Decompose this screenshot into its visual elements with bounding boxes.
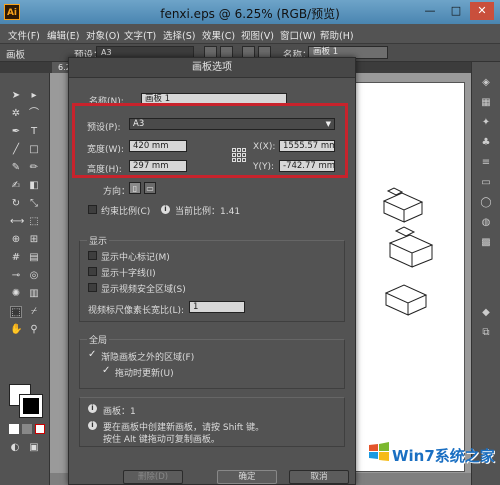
width-tool-icon[interactable]: ⟷ — [10, 216, 24, 228]
menu-select[interactable]: 选择(S) — [163, 28, 195, 42]
hand-tool-icon[interactable]: ✋ — [10, 324, 22, 336]
menu-edit[interactable]: 编辑(E) — [47, 28, 79, 42]
drawing-mode-icon[interactable]: ◐ — [9, 442, 21, 454]
selection-tool-icon[interactable]: ➤ — [10, 90, 22, 102]
rectangle-tool-icon[interactable]: □ — [28, 144, 40, 156]
watermark-text: Win7系统之家 — [392, 447, 495, 465]
menu-view[interactable]: 视图(V) — [241, 28, 274, 42]
layers-panel-icon[interactable]: ◆ — [479, 306, 493, 320]
slice-tool-icon[interactable]: ⌿ — [28, 306, 40, 318]
control-bar-label: 画板 — [6, 50, 26, 61]
artboards-panel-icon[interactable]: ⧉ — [479, 326, 493, 340]
fade-outside-label: 渐隐画板之外的区域(F) — [101, 353, 195, 363]
dialog-title: 画板选项 — [69, 58, 355, 78]
menu-object[interactable]: 对象(O) — [86, 28, 120, 42]
artboard-count-text: 画板：1 — [103, 407, 136, 417]
lasso-tool-icon[interactable]: ⌒ — [28, 108, 40, 120]
delete-button[interactable]: 删除(D) — [123, 470, 183, 484]
artboard-tool-icon[interactable]: ⬚ — [10, 306, 22, 318]
graphic-styles-panel-icon[interactable]: ▩ — [479, 236, 493, 250]
color-mode-icon[interactable] — [9, 424, 19, 434]
windows-logo-icon — [369, 442, 389, 461]
cancel-button[interactable]: 取消 — [289, 470, 349, 484]
update-while-drag-checkbox[interactable]: ✓ — [102, 366, 110, 376]
screen-mode-icon[interactable]: ▣ — [28, 442, 40, 454]
portrait-orientation-button[interactable]: ▯ — [129, 182, 141, 194]
appearance-panel-icon[interactable]: ◍ — [479, 216, 493, 230]
gradient-tool-icon[interactable]: ▤ — [28, 252, 40, 264]
line-tool-icon[interactable]: ╱ — [10, 144, 22, 156]
type-tool-icon[interactable]: T — [28, 126, 40, 138]
eyedropper-tool-icon[interactable]: ⊸ — [10, 270, 22, 282]
menu-bar: 文件(F) 编辑(E) 对象(O) 文字(T) 选择(S) 效果(C) 视图(V… — [0, 24, 500, 44]
ok-button[interactable]: 确定 — [217, 470, 277, 484]
window-title-bar: Ai fenxi.eps @ 6.25% (RGB/预览) — □ ✕ — [0, 0, 500, 24]
video-ruler-field[interactable]: 1 — [189, 301, 245, 313]
swatches-panel-icon[interactable]: ▦ — [479, 96, 493, 110]
mesh-tool-icon[interactable]: # — [10, 252, 22, 264]
show-video-safe-checkbox[interactable] — [88, 283, 97, 292]
drawing-artwork — [382, 187, 434, 316]
gradient-panel-icon[interactable]: ▭ — [479, 176, 493, 190]
artboard-preview — [355, 82, 465, 472]
fade-outside-checkbox[interactable]: ✓ — [88, 350, 96, 360]
show-video-safe-label: 显示视频安全区域(S) — [101, 285, 186, 295]
zoom-tool-icon[interactable]: ⚲ — [28, 324, 40, 336]
tools-panel: ➤ ▸ ✲ ⌒ ✒ T ╱ □ ✎ ✏ ✍ ◧ ↻ ⤡ ⟷ ⬚ ⊕ ⊞ # ▤ … — [0, 62, 50, 485]
show-crosshairs-checkbox[interactable] — [88, 267, 97, 276]
menu-file[interactable]: 文件(F) — [8, 28, 40, 42]
landscape-orientation-button[interactable]: ▭ — [144, 182, 156, 194]
watermark: Win7系统之家 — [368, 433, 495, 479]
info-icon: i — [88, 421, 97, 430]
column-graph-tool-icon[interactable]: ▥ — [28, 288, 40, 300]
shape-builder-tool-icon[interactable]: ⊕ — [10, 234, 22, 246]
color-panel-icon[interactable]: ◈ — [479, 76, 493, 90]
constrain-checkbox[interactable] — [88, 205, 97, 214]
highlight-annotation-box — [72, 103, 348, 178]
right-panel-dock: ◈ ▦ ✦ ♣ ≡ ▭ ◯ ◍ ▩ ◆ ⧉ — [471, 62, 500, 485]
video-ruler-label: 视频标尺像素长宽比(L): — [88, 306, 185, 316]
scale-tool-icon[interactable]: ⤡ — [28, 198, 40, 210]
brushes-panel-icon[interactable]: ✦ — [479, 116, 493, 130]
global-section — [79, 339, 345, 389]
menu-window[interactable]: 窗口(W) — [280, 28, 316, 42]
paintbrush-tool-icon[interactable]: ✎ — [10, 162, 22, 174]
info-icon: i — [88, 404, 97, 413]
current-ratio-text: 当前比例：1.41 — [175, 207, 241, 217]
menu-help[interactable]: 帮助(H) — [320, 28, 354, 42]
transparency-panel-icon[interactable]: ◯ — [479, 196, 493, 210]
stroke-panel-icon[interactable]: ≡ — [479, 156, 493, 170]
minimize-button[interactable]: — — [418, 2, 442, 20]
blend-tool-icon[interactable]: ◎ — [28, 270, 40, 282]
global-section-title: 全局 — [87, 333, 110, 346]
maximize-button[interactable]: □ — [444, 2, 468, 20]
display-section-title: 显示 — [87, 234, 110, 247]
menu-type[interactable]: 文字(T) — [124, 28, 156, 42]
show-center-mark-checkbox[interactable] — [88, 251, 97, 260]
direct-selection-tool-icon[interactable]: ▸ — [28, 90, 40, 102]
free-transform-tool-icon[interactable]: ⬚ — [28, 216, 40, 228]
menu-effect[interactable]: 效果(C) — [202, 28, 235, 42]
magic-wand-tool-icon[interactable]: ✲ — [10, 108, 22, 120]
rotate-tool-icon[interactable]: ↻ — [10, 198, 22, 210]
update-while-drag-label: 拖动时更新(U) — [115, 369, 174, 379]
blob-brush-tool-icon[interactable]: ✍ — [10, 180, 22, 192]
symbols-panel-icon[interactable]: ♣ — [479, 136, 493, 150]
tip-line-2: 按住 Alt 键拖动可复制画板。 — [103, 435, 220, 445]
symbol-sprayer-tool-icon[interactable]: ✺ — [10, 288, 22, 300]
info-icon: i — [161, 205, 170, 214]
show-center-mark-label: 显示中心标记(M) — [101, 253, 170, 263]
orientation-label: 方向： — [103, 187, 131, 197]
pen-tool-icon[interactable]: ✒ — [10, 126, 22, 138]
eraser-tool-icon[interactable]: ◧ — [28, 180, 40, 192]
show-crosshairs-label: 显示十字线(I) — [101, 269, 156, 279]
perspective-grid-tool-icon[interactable]: ⊞ — [28, 234, 40, 246]
gradient-mode-icon[interactable] — [22, 424, 32, 434]
constrain-label: 约束比例(C) — [101, 207, 151, 217]
pencil-tool-icon[interactable]: ✏ — [28, 162, 40, 174]
none-mode-icon[interactable] — [35, 424, 45, 434]
stroke-color-swatch[interactable] — [19, 394, 43, 418]
close-button[interactable]: ✕ — [470, 2, 494, 20]
